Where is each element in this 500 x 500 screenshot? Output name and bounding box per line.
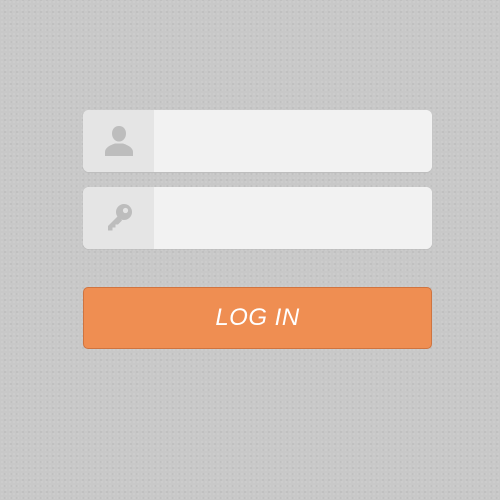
password-icon-box [83, 187, 154, 249]
login-button[interactable]: LOG IN [83, 287, 432, 349]
username-input[interactable] [154, 110, 432, 172]
user-icon [104, 126, 133, 156]
login-form: LOG IN [83, 110, 432, 349]
password-input[interactable] [154, 187, 432, 249]
username-field [83, 110, 432, 172]
key-icon [107, 204, 132, 231]
password-field [83, 187, 432, 249]
username-icon-box [83, 110, 154, 172]
